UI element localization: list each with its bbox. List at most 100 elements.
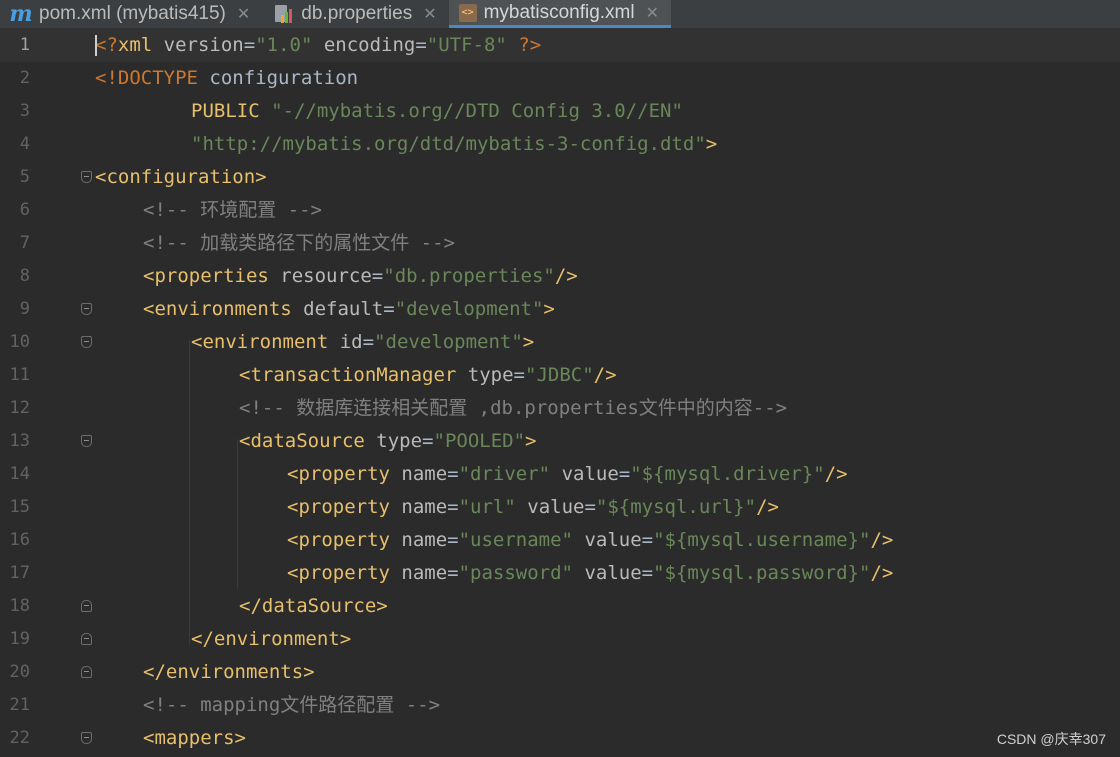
code-line[interactable]: 5 <configuration>: [0, 161, 1120, 194]
token-decl: <!DOCTYPE: [95, 67, 210, 89]
code-line[interactable]: 7 <!-- 加载类路径下的属性文件 -->: [0, 227, 1120, 260]
code-line[interactable]: 12 <!-- 数据库连接相关配置 ,db.properties文件中的内容-->: [0, 392, 1120, 425]
token-tag: >: [525, 430, 537, 452]
token-attr: value: [515, 496, 585, 518]
code-line[interactable]: 16 <property name="username" value="${mys…: [0, 524, 1120, 557]
token-attr: type: [364, 430, 423, 452]
editor-tab-bar: m pom.xml (mybatis415) ✕ db.properties ✕…: [0, 0, 1120, 29]
token-val: "db.properties": [383, 265, 555, 287]
fold-collapse-icon[interactable]: [81, 732, 92, 744]
code-line[interactable]: 20 </environments>: [0, 656, 1120, 689]
code-line[interactable]: 8 <properties resource="db.properties"/>: [0, 260, 1120, 293]
token-val: "POOLED": [433, 430, 526, 452]
token-tag: </dataSource>: [239, 595, 388, 617]
code-line[interactable]: 1 <?xml version="1.0" encoding="UTF-8" ?>: [0, 29, 1120, 62]
token-tag: <property: [287, 562, 390, 584]
token-tag: <dataSource: [239, 430, 365, 452]
token-attr: name: [389, 562, 448, 584]
token-attr: value: [573, 562, 642, 584]
code-text: <property name="driver" value="${mysql.d…: [287, 458, 848, 491]
code-text: </environment>: [191, 623, 351, 656]
code-line[interactable]: 10 <environment id="development">: [0, 326, 1120, 359]
token-attr: value: [550, 463, 619, 485]
token-cmt: <!-- mapping文件路径配置 -->: [143, 694, 441, 716]
token-val: "development": [374, 331, 523, 353]
token-tag: />: [593, 364, 617, 386]
fold-expand-icon[interactable]: [81, 666, 92, 678]
token-plain: =: [641, 562, 654, 584]
token-plain: =: [243, 34, 256, 56]
code-editor[interactable]: 1 <?xml version="1.0" encoding="UTF-8" ?>…: [0, 29, 1120, 757]
token-plain: =: [371, 265, 384, 287]
code-text: </dataSource>: [239, 590, 388, 623]
code-line[interactable]: 11 <transactionManager type="JDBC"/>: [0, 359, 1120, 392]
token-tag: <mappers>: [143, 727, 246, 749]
fold-expand-icon[interactable]: [81, 633, 92, 645]
code-text: <dataSource type="POOLED">: [239, 425, 536, 458]
code-line[interactable]: 3 PUBLIC "-//mybatis.org//DTD Config 3.0/…: [0, 95, 1120, 128]
token-tag: <property: [287, 496, 390, 518]
token-plain: =: [447, 463, 459, 485]
line-number: 12: [9, 398, 30, 418]
code-text: <!-- 数据库连接相关配置 ,db.properties文件中的内容-->: [239, 392, 787, 425]
token-plain: =: [513, 364, 525, 386]
line-number: 15: [9, 497, 30, 517]
code-text: <transactionManager type="JDBC"/>: [239, 359, 617, 392]
token-decl: <?: [95, 34, 118, 56]
token-tag: <property: [287, 529, 390, 551]
tab-pom-xml[interactable]: m pom.xml (mybatis415) ✕: [0, 0, 262, 28]
fold-collapse-icon[interactable]: [81, 435, 92, 447]
token-tag: </environments>: [143, 661, 315, 683]
token-decl: ?>: [506, 34, 542, 56]
token-val: "driver": [458, 463, 551, 485]
code-line[interactable]: 22 <mappers>: [0, 722, 1120, 755]
line-number: 2: [19, 68, 30, 88]
token-val: "http://mybatis.org/dtd/mybatis-3-config…: [191, 133, 706, 155]
code-text: <environments default="development">: [143, 293, 555, 326]
token-tag: <transactionManager: [239, 364, 457, 386]
token-attr: resource: [268, 265, 372, 287]
code-line[interactable]: 15 <property name="url" value="${mysql.ur…: [0, 491, 1120, 524]
code-text: <property name="password" value="${mysql…: [287, 557, 893, 590]
fold-collapse-icon[interactable]: [81, 303, 92, 315]
fold-expand-icon[interactable]: [81, 600, 92, 612]
code-line[interactable]: 17 <property name="password" value="${mys…: [0, 557, 1120, 590]
line-number: 17: [9, 563, 30, 583]
token-plain: =: [584, 496, 596, 518]
code-line[interactable]: 18 </dataSource>: [0, 590, 1120, 623]
code-text: <environment id="development">: [191, 326, 534, 359]
fold-collapse-icon[interactable]: [81, 171, 92, 183]
code-line[interactable]: 14 <property name="driver" value="${mysql…: [0, 458, 1120, 491]
code-text: <!DOCTYPE configuration: [95, 62, 358, 95]
tab-label: db.properties: [301, 3, 413, 24]
close-icon[interactable]: ✕: [237, 4, 250, 24]
fold-collapse-icon[interactable]: [81, 336, 92, 348]
close-icon[interactable]: ✕: [423, 4, 436, 24]
token-tag: />: [756, 496, 779, 518]
code-line[interactable]: 4 "http://mybatis.org/dtd/mybatis-3-confi…: [0, 128, 1120, 161]
line-number: 9: [19, 299, 30, 319]
token-tag: >: [522, 331, 535, 353]
code-text: <!-- mapping文件路径配置 -->: [143, 689, 440, 722]
code-line[interactable]: 2 <!DOCTYPE configuration: [0, 62, 1120, 95]
line-number: 8: [19, 266, 30, 286]
tab-db-properties[interactable]: db.properties ✕: [262, 0, 448, 28]
token-tag: >: [543, 298, 555, 320]
token-val: "-//mybatis.org//DTD Config 3.0//EN": [271, 100, 683, 122]
code-line[interactable]: 6 <!-- 环境配置 -->: [0, 194, 1120, 227]
token-attr: id: [328, 331, 363, 353]
token-attr: name: [389, 463, 448, 485]
token-val: "${mysql.driver}": [630, 463, 825, 485]
code-line[interactable]: 19 </environment>: [0, 623, 1120, 656]
token-val: "username": [458, 529, 573, 551]
token-plain: configuration: [209, 67, 359, 89]
code-line[interactable]: 13 <dataSource type="POOLED">: [0, 425, 1120, 458]
close-icon[interactable]: ✕: [646, 3, 659, 23]
code-line[interactable]: 21 <!-- mapping文件路径配置 -->: [0, 689, 1120, 722]
token-tag: >: [705, 133, 718, 155]
code-line[interactable]: 9 <environments default="development">: [0, 293, 1120, 326]
token-val: "UTF-8": [426, 34, 507, 56]
token-plain: =: [641, 529, 654, 551]
tab-mybatisconfig-xml[interactable]: <> mybatisconfig.xml ✕: [448, 0, 672, 28]
line-number: 3: [19, 101, 30, 121]
